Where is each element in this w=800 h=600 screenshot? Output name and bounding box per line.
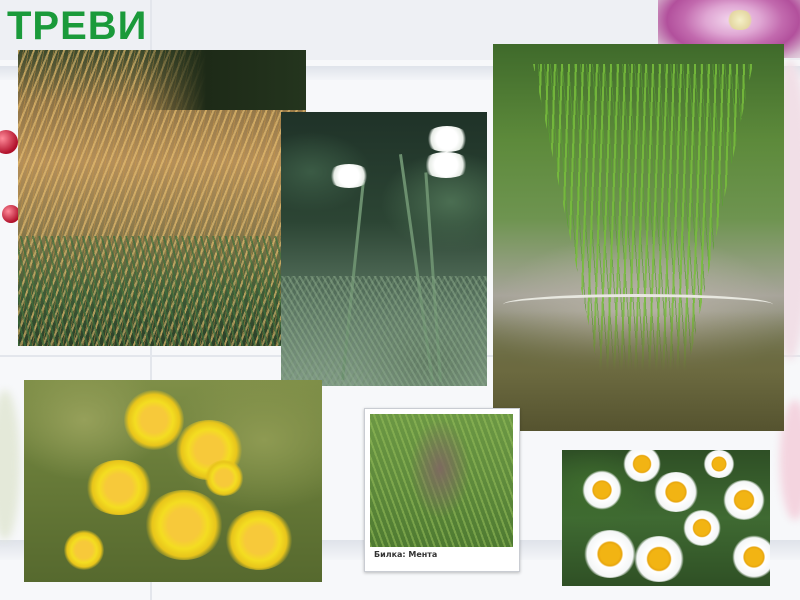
yellow-flower xyxy=(64,530,104,570)
yarrow-flower xyxy=(327,164,371,188)
yarrow-foliage xyxy=(281,276,487,386)
flower-center xyxy=(726,10,754,30)
rush-photo xyxy=(493,44,784,431)
yellow-flower xyxy=(84,460,154,515)
mint-caption: Билка: Мента xyxy=(374,550,438,559)
yellow-flower xyxy=(224,510,294,570)
chamomile-flower xyxy=(582,470,622,510)
yarrow-flower xyxy=(421,152,471,178)
pot-water xyxy=(493,311,784,431)
mint-photo-card: Билка: Мента xyxy=(364,408,520,572)
shadow-foliage xyxy=(138,50,306,110)
feather-grass-photo xyxy=(18,50,306,346)
yellow-flower xyxy=(144,490,224,560)
grass-blades xyxy=(18,236,306,346)
chamomile-flower xyxy=(582,530,638,578)
st-johns-wort-photo xyxy=(24,380,322,582)
yarrow-flower xyxy=(424,126,470,152)
chamomile-flower xyxy=(732,535,770,579)
chamomile-photo xyxy=(562,450,770,586)
chamomile-flower xyxy=(652,472,700,512)
mint-photo xyxy=(370,414,513,547)
yarrow-photo xyxy=(281,112,487,386)
slide-title: ТРЕВИ xyxy=(7,4,148,48)
yellow-flower xyxy=(204,460,244,496)
chamomile-flower xyxy=(702,450,736,478)
chamomile-flower xyxy=(722,480,766,520)
chamomile-flower xyxy=(682,510,722,546)
chamomile-flower xyxy=(622,450,662,482)
chamomile-flower xyxy=(632,536,686,582)
